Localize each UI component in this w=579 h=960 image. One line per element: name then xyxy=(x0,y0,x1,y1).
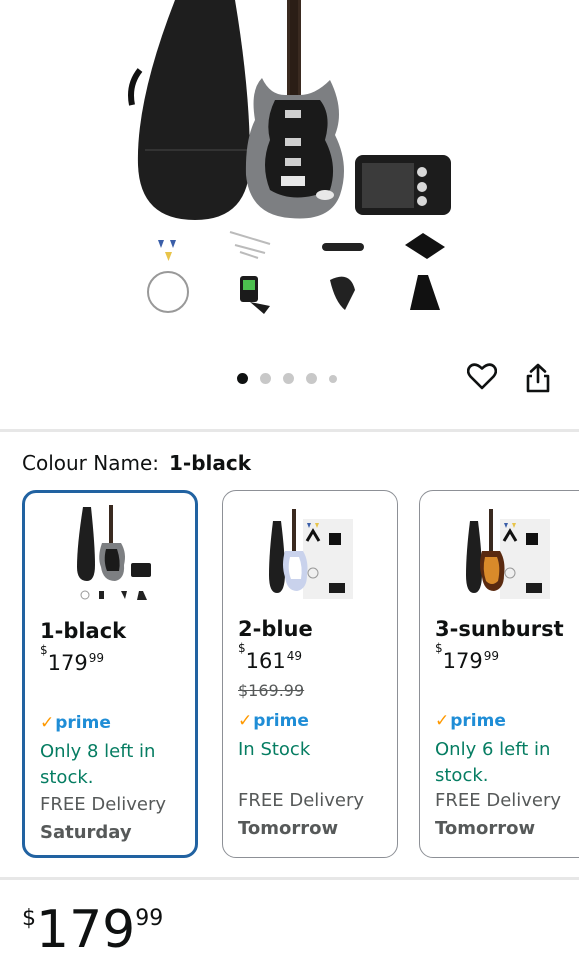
variant-card-blue[interactable]: 2-blue $16149 $169.99 ✓prime In Stock FR… xyxy=(222,490,398,858)
variant-thumbnail xyxy=(77,505,151,600)
variant-name: 2-blue xyxy=(238,617,313,641)
prime-badge: ✓prime xyxy=(40,713,111,733)
heart-icon[interactable] xyxy=(467,362,499,394)
stock-status: Only 6 left in stock. xyxy=(435,739,551,786)
delivery-info: FREE Delivery Tomorrow xyxy=(435,790,562,839)
delivery-info: FREE Delivery Saturday xyxy=(40,794,167,843)
variant-price: $17999 xyxy=(435,641,500,673)
prime-check-icon: ✓ xyxy=(40,713,55,733)
colour-selected-value: 1-black xyxy=(169,451,252,475)
price-cents: 99 xyxy=(135,906,164,931)
share-icon[interactable] xyxy=(525,362,557,394)
variant-price: $17999 xyxy=(40,643,105,675)
pagination-dot[interactable] xyxy=(283,373,294,384)
prime-badge: ✓prime xyxy=(238,711,309,731)
prime-badge: ✓prime xyxy=(435,711,506,731)
product-image-gallery[interactable] xyxy=(0,0,579,430)
image-pagination-dots[interactable] xyxy=(237,373,337,384)
colour-label-text: Colour Name: xyxy=(22,451,159,475)
variant-name: 3-sunburst xyxy=(435,617,564,641)
variant-card-sunburst[interactable]: 3-sunburst $17999 ✓prime Only 6 left in … xyxy=(419,490,579,858)
pagination-dot[interactable] xyxy=(260,373,271,384)
prime-check-icon: ✓ xyxy=(435,711,450,731)
stock-status: In Stock xyxy=(238,739,311,760)
was-price: $169.99 xyxy=(238,681,305,700)
pagination-dot[interactable] xyxy=(306,373,317,384)
variant-card-black[interactable]: 1-black $17999 ✓prime Only 8 left in sto… xyxy=(22,490,198,858)
pagination-dot-active[interactable] xyxy=(237,373,248,384)
price-currency: $ xyxy=(22,906,36,931)
pagination-dot[interactable] xyxy=(329,374,337,383)
colour-name-label: Colour Name: 1-black xyxy=(22,451,251,475)
variant-name: 1-black xyxy=(40,619,127,643)
prime-check-icon: ✓ xyxy=(238,711,253,731)
section-divider xyxy=(0,877,579,880)
price-whole: 179 xyxy=(36,900,136,960)
variant-price: $16149 xyxy=(238,641,303,673)
main-price: $17999 xyxy=(22,900,163,960)
variant-thumbnail xyxy=(269,509,353,599)
stock-status: Only 8 left in stock. xyxy=(40,741,156,788)
product-image xyxy=(128,0,451,314)
delivery-info: FREE Delivery Tomorrow xyxy=(238,790,365,839)
variant-thumbnail xyxy=(466,509,550,599)
section-divider xyxy=(0,429,579,432)
